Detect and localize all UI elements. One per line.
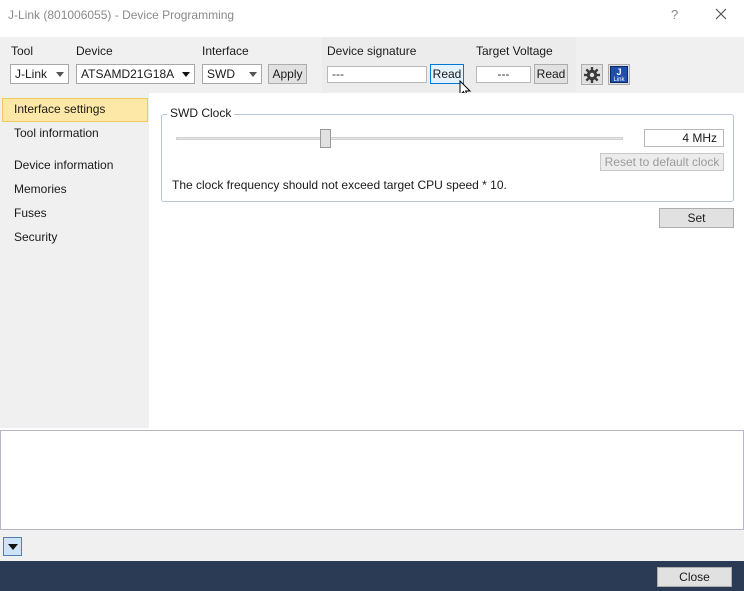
device-signature-label: Device signature	[327, 44, 417, 58]
swd-clock-value-field[interactable]: 4 MHz	[644, 129, 724, 147]
help-button[interactable]: ?	[671, 7, 678, 22]
sidebar-item-memories[interactable]: Memories	[2, 178, 148, 202]
tool-select-value: J-Link	[15, 67, 48, 81]
read-voltage-button[interactable]: Read	[534, 64, 568, 84]
sidebar: Interface settings Tool information Devi…	[0, 93, 149, 428]
sidebar-item-device-information[interactable]: Device information	[2, 154, 148, 178]
sidebar-item-security[interactable]: Security	[2, 226, 148, 250]
gear-icon	[584, 67, 600, 83]
log-output[interactable]	[0, 430, 744, 530]
sidebar-item-label: Tool information	[14, 126, 99, 140]
device-label: Device	[76, 44, 113, 58]
log-toggle-strip	[0, 530, 744, 561]
clock-frequency-note: The clock frequency should not exceed ta…	[172, 178, 507, 192]
sidebar-item-label: Device information	[14, 158, 114, 172]
sidebar-item-fuses[interactable]: Fuses	[2, 202, 148, 226]
chevron-down-icon	[56, 72, 64, 77]
sidebar-item-label: Memories	[14, 182, 67, 196]
settings-button[interactable]	[581, 64, 603, 85]
set-button[interactable]: Set	[659, 208, 734, 228]
close-icon[interactable]	[712, 5, 730, 23]
sidebar-item-interface-settings[interactable]: Interface settings	[2, 98, 148, 122]
device-select-value: ATSAMD21G18A	[81, 67, 175, 81]
device-select[interactable]: ATSAMD21G18A	[76, 64, 195, 84]
target-voltage-label: Target Voltage	[476, 44, 553, 58]
chevron-down-icon	[249, 72, 257, 77]
interface-select[interactable]: SWD	[202, 64, 262, 84]
chevron-down-icon	[182, 72, 190, 77]
sidebar-item-label: Security	[14, 230, 58, 244]
chevron-down-icon	[8, 544, 18, 550]
log-expander-button[interactable]	[3, 537, 22, 556]
jlink-logo-icon: J Link	[610, 66, 628, 83]
swd-clock-group-title: SWD Clock	[167, 106, 235, 120]
title-bar: J-Link (801006055) - Device Programming …	[0, 0, 744, 31]
sidebar-item-tool-information[interactable]: Tool information	[2, 122, 148, 146]
reset-default-clock-button[interactable]: Reset to default clock	[600, 153, 724, 171]
close-button[interactable]: Close	[657, 567, 732, 587]
toolbar: Tool J-Link Device ATSAMD21G18A Interfac…	[0, 37, 744, 99]
tool-select[interactable]: J-Link	[10, 64, 69, 84]
footer-bar: Close	[0, 561, 744, 591]
swd-clock-group: SWD Clock 4 MHz Reset to default clock T…	[161, 106, 734, 202]
interface-label: Interface	[202, 44, 249, 58]
jlink-logo-text: J	[616, 67, 622, 77]
device-signature-field: ---	[327, 66, 427, 83]
apply-button[interactable]: Apply	[268, 64, 307, 84]
target-voltage-field: ---	[476, 66, 531, 83]
interface-select-value: SWD	[207, 67, 235, 81]
window-title: J-Link (801006055) - Device Programming	[8, 8, 235, 22]
jlink-logo-subtext: Link	[613, 77, 625, 83]
swd-clock-slider-track[interactable]	[176, 137, 623, 140]
swd-clock-slider-thumb[interactable]	[319, 129, 331, 148]
tool-label: Tool	[11, 44, 34, 58]
sidebar-item-label: Fuses	[14, 206, 47, 220]
interface-settings-panel: SWD Clock 4 MHz Reset to default clock T…	[149, 93, 744, 428]
jlink-button[interactable]: J Link	[608, 64, 630, 85]
sidebar-item-label: Interface settings	[14, 102, 106, 116]
